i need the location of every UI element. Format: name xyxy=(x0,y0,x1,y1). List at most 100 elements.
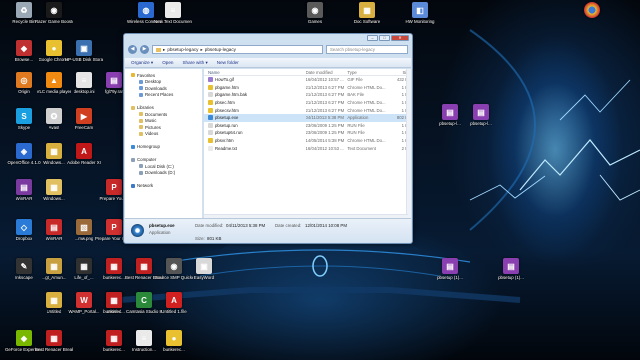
file-row[interactable]: Readme.txt 16/04/2012 10:53 ... Text Docum… xyxy=(204,144,411,152)
column-name[interactable]: Name xyxy=(204,70,306,75)
file-row[interactable]: pbsecsv.htm 21/12/2013 6:27 PM Chrome HTML… xyxy=(204,106,411,114)
back-button[interactable]: ◀ xyxy=(128,45,137,54)
file-name-cell: pbsetup.run xyxy=(204,122,306,128)
file-type: Application xyxy=(347,115,369,121)
column-type[interactable]: Type xyxy=(347,70,391,75)
desktop-shortcut-top-4[interactable]: ◧ HW Monitoring xyxy=(402,2,438,34)
address-path-2[interactable]: pbsetup-legacy xyxy=(205,47,236,52)
shortcut-icon: ♻ xyxy=(16,2,32,18)
shortcut-label: pbsetup (1)... xyxy=(437,275,463,280)
shortcut-label: Browse... xyxy=(14,57,34,62)
shortcut-icon: ▦ xyxy=(106,330,122,346)
shortcut-icon: ▤ xyxy=(106,72,122,88)
shortcut-icon: ▶ xyxy=(76,108,92,124)
desktop-shortcut-right-2[interactable]: ▤ pbsetup (1)... xyxy=(432,258,468,290)
file-row[interactable]: pbsetup64.run 23/06/2009 1:25 PM RUN File 1… xyxy=(204,129,411,137)
desktop-shortcut-middle-9[interactable]: ● bunkerec... xyxy=(156,330,192,360)
nav-item-icon xyxy=(131,144,135,149)
desktop-shortcut-left-11[interactable]: ▶ FreeCam xyxy=(66,108,102,140)
file-type-icon xyxy=(208,107,213,113)
shortcut-icon: ▦ xyxy=(76,258,92,274)
shortcut-label: Inkscape xyxy=(15,275,33,280)
share-with-button[interactable]: Share with ▾ xyxy=(182,60,207,66)
shortcut-icon: ✎ xyxy=(16,258,32,274)
shortcut-label: WinRAR xyxy=(15,196,33,201)
shortcut-label: Untitled xyxy=(46,309,62,314)
file-row[interactable]: pbsetup.exe 04/11/2013 5:38 PM Application… xyxy=(204,113,411,122)
vertical-scrollbar[interactable] xyxy=(406,69,411,219)
file-type-icon xyxy=(208,115,213,121)
forward-button[interactable]: ▶ xyxy=(140,45,149,54)
shortcut-icon: S xyxy=(16,108,32,124)
file-type-icon xyxy=(208,145,213,151)
details-modified-label: Date modified: xyxy=(195,223,224,228)
desktop-shortcut-left-16[interactable]: ▦ Windows... xyxy=(36,179,72,211)
nav-item[interactable]: Network xyxy=(125,183,202,190)
shortcut-label: Untitled 1.file xyxy=(161,309,187,314)
desktop-shortcut-top-3[interactable]: ▦ Doc Software xyxy=(349,2,385,34)
column-date[interactable]: Date modified xyxy=(306,70,348,75)
file-type: GIF File xyxy=(347,77,363,83)
open-button[interactable]: Open xyxy=(162,60,173,65)
nav-item-icon xyxy=(139,118,143,123)
desktop-shortcut-left-4[interactable]: ▣HP-USB Disk Storage Fo... xyxy=(65,40,103,72)
shortcut-icon: ▦ xyxy=(46,330,62,346)
file-type-icon xyxy=(208,84,213,90)
shortcut-icon: ▧ xyxy=(76,219,92,235)
organize-button[interactable]: Organize ▾ xyxy=(131,60,153,66)
desktop-shortcut-top-1[interactable]: ≡New Text Document.txt xyxy=(154,2,192,34)
file-row[interactable]: pbgame.htm.bak 21/12/2013 6:27 PM BAK File… xyxy=(204,91,411,99)
address-sep: ▸ xyxy=(163,46,166,52)
address-path-1[interactable]: pbsetup-legacy xyxy=(167,47,198,52)
shortcut-icon: ▤ xyxy=(503,258,519,274)
shortcut-label: ...gt_Amun... xyxy=(41,275,67,280)
close-button[interactable]: ✕ xyxy=(391,35,409,41)
desktop-shortcut-middle-6[interactable]: A Untitled 1.file xyxy=(156,292,192,324)
shortcut-icon: ▦ xyxy=(46,179,62,195)
desktop-shortcut-left-14[interactable]: A Adobe Reader XI xyxy=(66,143,102,175)
file-type: RUN File xyxy=(347,122,365,128)
desktop-shortcut-top-2[interactable]: ◉ Games xyxy=(297,2,333,34)
nav-item-icon xyxy=(131,73,135,78)
desktop-shortcut-middle-3[interactable]: ▣ EasyWord xyxy=(186,258,222,290)
file-date: 23/06/2009 1:25 PM xyxy=(305,122,345,128)
desktop-shortcut-right-1[interactable]: ▤ pbsetup-l... xyxy=(463,104,499,136)
file-name: pbsvr.htm xyxy=(215,138,234,144)
nav-item-icon xyxy=(131,177,135,181)
nav-item-label: Homegroup xyxy=(137,144,160,150)
file-rows: HowTo.gif 16/04/2012 10:57 ... GIF File 432… xyxy=(204,76,411,152)
details-file-name: pbsetup.exe xyxy=(149,223,175,228)
file-date: 16/04/2012 10:57 ... xyxy=(305,77,344,83)
file-row[interactable]: HowTo.gif 16/04/2012 10:57 ... GIF File 432… xyxy=(204,76,411,84)
nav-item-label: Music xyxy=(145,118,157,124)
details-file-type: Application xyxy=(149,230,171,235)
new-folder-button[interactable]: New folder xyxy=(217,60,239,65)
desktop-shortcut-right-3[interactable]: ▤ pbsetup (1)... xyxy=(493,258,529,290)
file-name: pbsecsv.htm xyxy=(215,107,239,113)
search-input[interactable]: Search pbsetup-legacy xyxy=(326,45,408,54)
explorer-window[interactable]: – □ ✕ ◀ ▶ ▸ pbsetup-legacy ▸ pbsetup-leg… xyxy=(123,33,413,244)
shortcut-label: desktop.ini xyxy=(73,89,95,94)
nav-item-icon xyxy=(131,183,135,188)
file-row[interactable]: pbsec.htm 21/12/2013 6:27 PM Chrome HTML D… xyxy=(204,99,411,107)
shortcut-icon: ▤ xyxy=(16,179,32,195)
address-bar[interactable]: ▸ pbsetup-legacy ▸ pbsetup-legacy xyxy=(152,45,323,54)
nav-item-label: Downloads xyxy=(145,85,167,91)
file-row[interactable]: pbsetup.run23/06/2009 1:25 PMRUN File1 K… xyxy=(204,122,411,130)
nav-item-label: Local Disk (C:) xyxy=(145,163,174,169)
address-sep: ▸ xyxy=(200,46,203,52)
desktop-shortcut-left-1[interactable]: ◉ Razer Game Booster xyxy=(35,2,73,34)
shortcut-icon: ▦ xyxy=(46,258,62,274)
file-row[interactable]: pbgame.htm 21/12/2013 6:27 PM Chrome HTML … xyxy=(204,84,411,92)
shortcut-label: Adobe Reader XI xyxy=(67,160,101,165)
file-row[interactable]: pbsvr.htm 14/05/2014 5:38 PM Chrome HTML D… xyxy=(204,137,411,145)
shortcut-label: pbsetup (1)... xyxy=(498,275,524,280)
minimize-button[interactable]: – xyxy=(367,35,378,41)
file-name: pbgame.htm.bak xyxy=(215,92,248,98)
nav-item-icon xyxy=(131,151,135,155)
maximize-button[interactable]: □ xyxy=(379,35,390,41)
chrome-icon[interactable] xyxy=(574,2,610,34)
desktop: ♻ Recycle Bin ◉ Razer Game Booster ◆ Browse..… xyxy=(0,0,640,360)
file-name-cell: pbsetup64.run xyxy=(204,130,306,136)
desktop-shortcut-left-29[interactable]: ▦Best Renacer Breakdown... xyxy=(35,330,73,360)
